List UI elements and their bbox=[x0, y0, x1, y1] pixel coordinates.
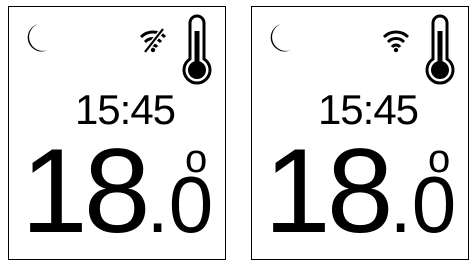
temperature-integer: 18 bbox=[264, 124, 393, 258]
moon-icon bbox=[270, 24, 291, 52]
thermometer-icon bbox=[425, 14, 455, 85]
thermostat-display-wifi-off: 15:45 18.0 o bbox=[8, 6, 226, 260]
thermostat-display-wifi-on: 15:45 18.0 o bbox=[251, 6, 469, 260]
degree-symbol: o bbox=[428, 137, 451, 181]
degree-symbol: o bbox=[185, 137, 208, 181]
thermometer-icon bbox=[182, 14, 212, 85]
moon-icon bbox=[27, 24, 48, 52]
wifi-off-icon bbox=[139, 27, 167, 53]
wifi-icon bbox=[382, 30, 410, 53]
temperature-integer: 18 bbox=[21, 124, 150, 258]
